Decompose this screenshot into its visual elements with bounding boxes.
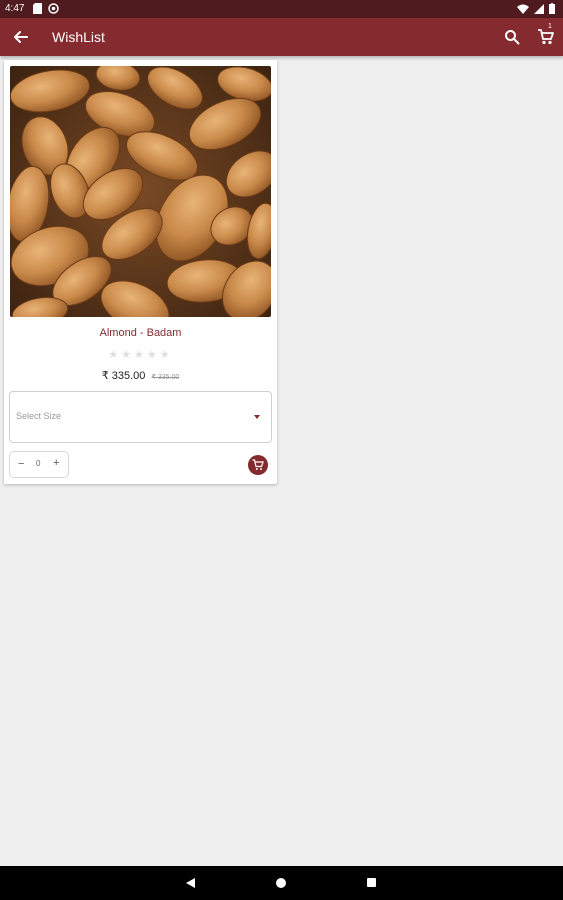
quantity-value: 0 <box>36 459 41 468</box>
status-icons-right <box>517 3 555 14</box>
system-navigation-bar <box>0 866 563 900</box>
cart-icon[interactable] <box>537 28 555 46</box>
nav-back-icon[interactable] <box>186 878 195 888</box>
product-name[interactable]: Almond - Badam <box>4 327 277 339</box>
quantity-stepper: − 0 + <box>9 451 69 478</box>
product-image[interactable] <box>10 66 271 317</box>
dropdown-arrow-icon <box>254 415 260 419</box>
size-placeholder: Select Size <box>16 411 62 421</box>
sale-price: ₹ 335.00 <box>101 370 146 382</box>
sd-card-icon <box>33 3 42 14</box>
status-icons-left <box>33 3 59 14</box>
nav-recents-icon[interactable] <box>367 878 376 887</box>
search-icon[interactable] <box>504 29 520 45</box>
at-sign-icon <box>48 3 59 14</box>
battery-icon <box>549 3 555 14</box>
wifi-icon <box>517 4 529 14</box>
signal-icon <box>534 3 544 14</box>
page-title: WishList <box>52 29 105 45</box>
increment-button[interactable]: + <box>53 457 59 469</box>
add-cart-icon <box>252 459 264 470</box>
status-bar: 4:47 <box>0 0 563 18</box>
select-size-dropdown[interactable]: Select Size <box>9 391 272 443</box>
almonds-photo <box>10 66 271 317</box>
cart-count-badge: 1 <box>548 23 552 30</box>
price-row: ₹ 335.00 ₹ 335.00 <box>4 369 277 382</box>
status-time: 4:47 <box>5 3 25 14</box>
nav-home-icon[interactable] <box>276 878 286 888</box>
back-arrow-icon[interactable] <box>11 27 31 47</box>
app-bar: WishList 1 <box>0 18 563 56</box>
decrement-button[interactable]: − <box>18 458 24 470</box>
rating-stars: ★★★★★ <box>108 349 173 361</box>
wishlist-product-card[interactable]: Almond - Badam ★★★★★ ₹ 335.00 ₹ 335.00 S… <box>4 60 277 484</box>
add-to-cart-button[interactable] <box>248 455 268 475</box>
original-price: ₹ 335.00 <box>151 374 180 381</box>
